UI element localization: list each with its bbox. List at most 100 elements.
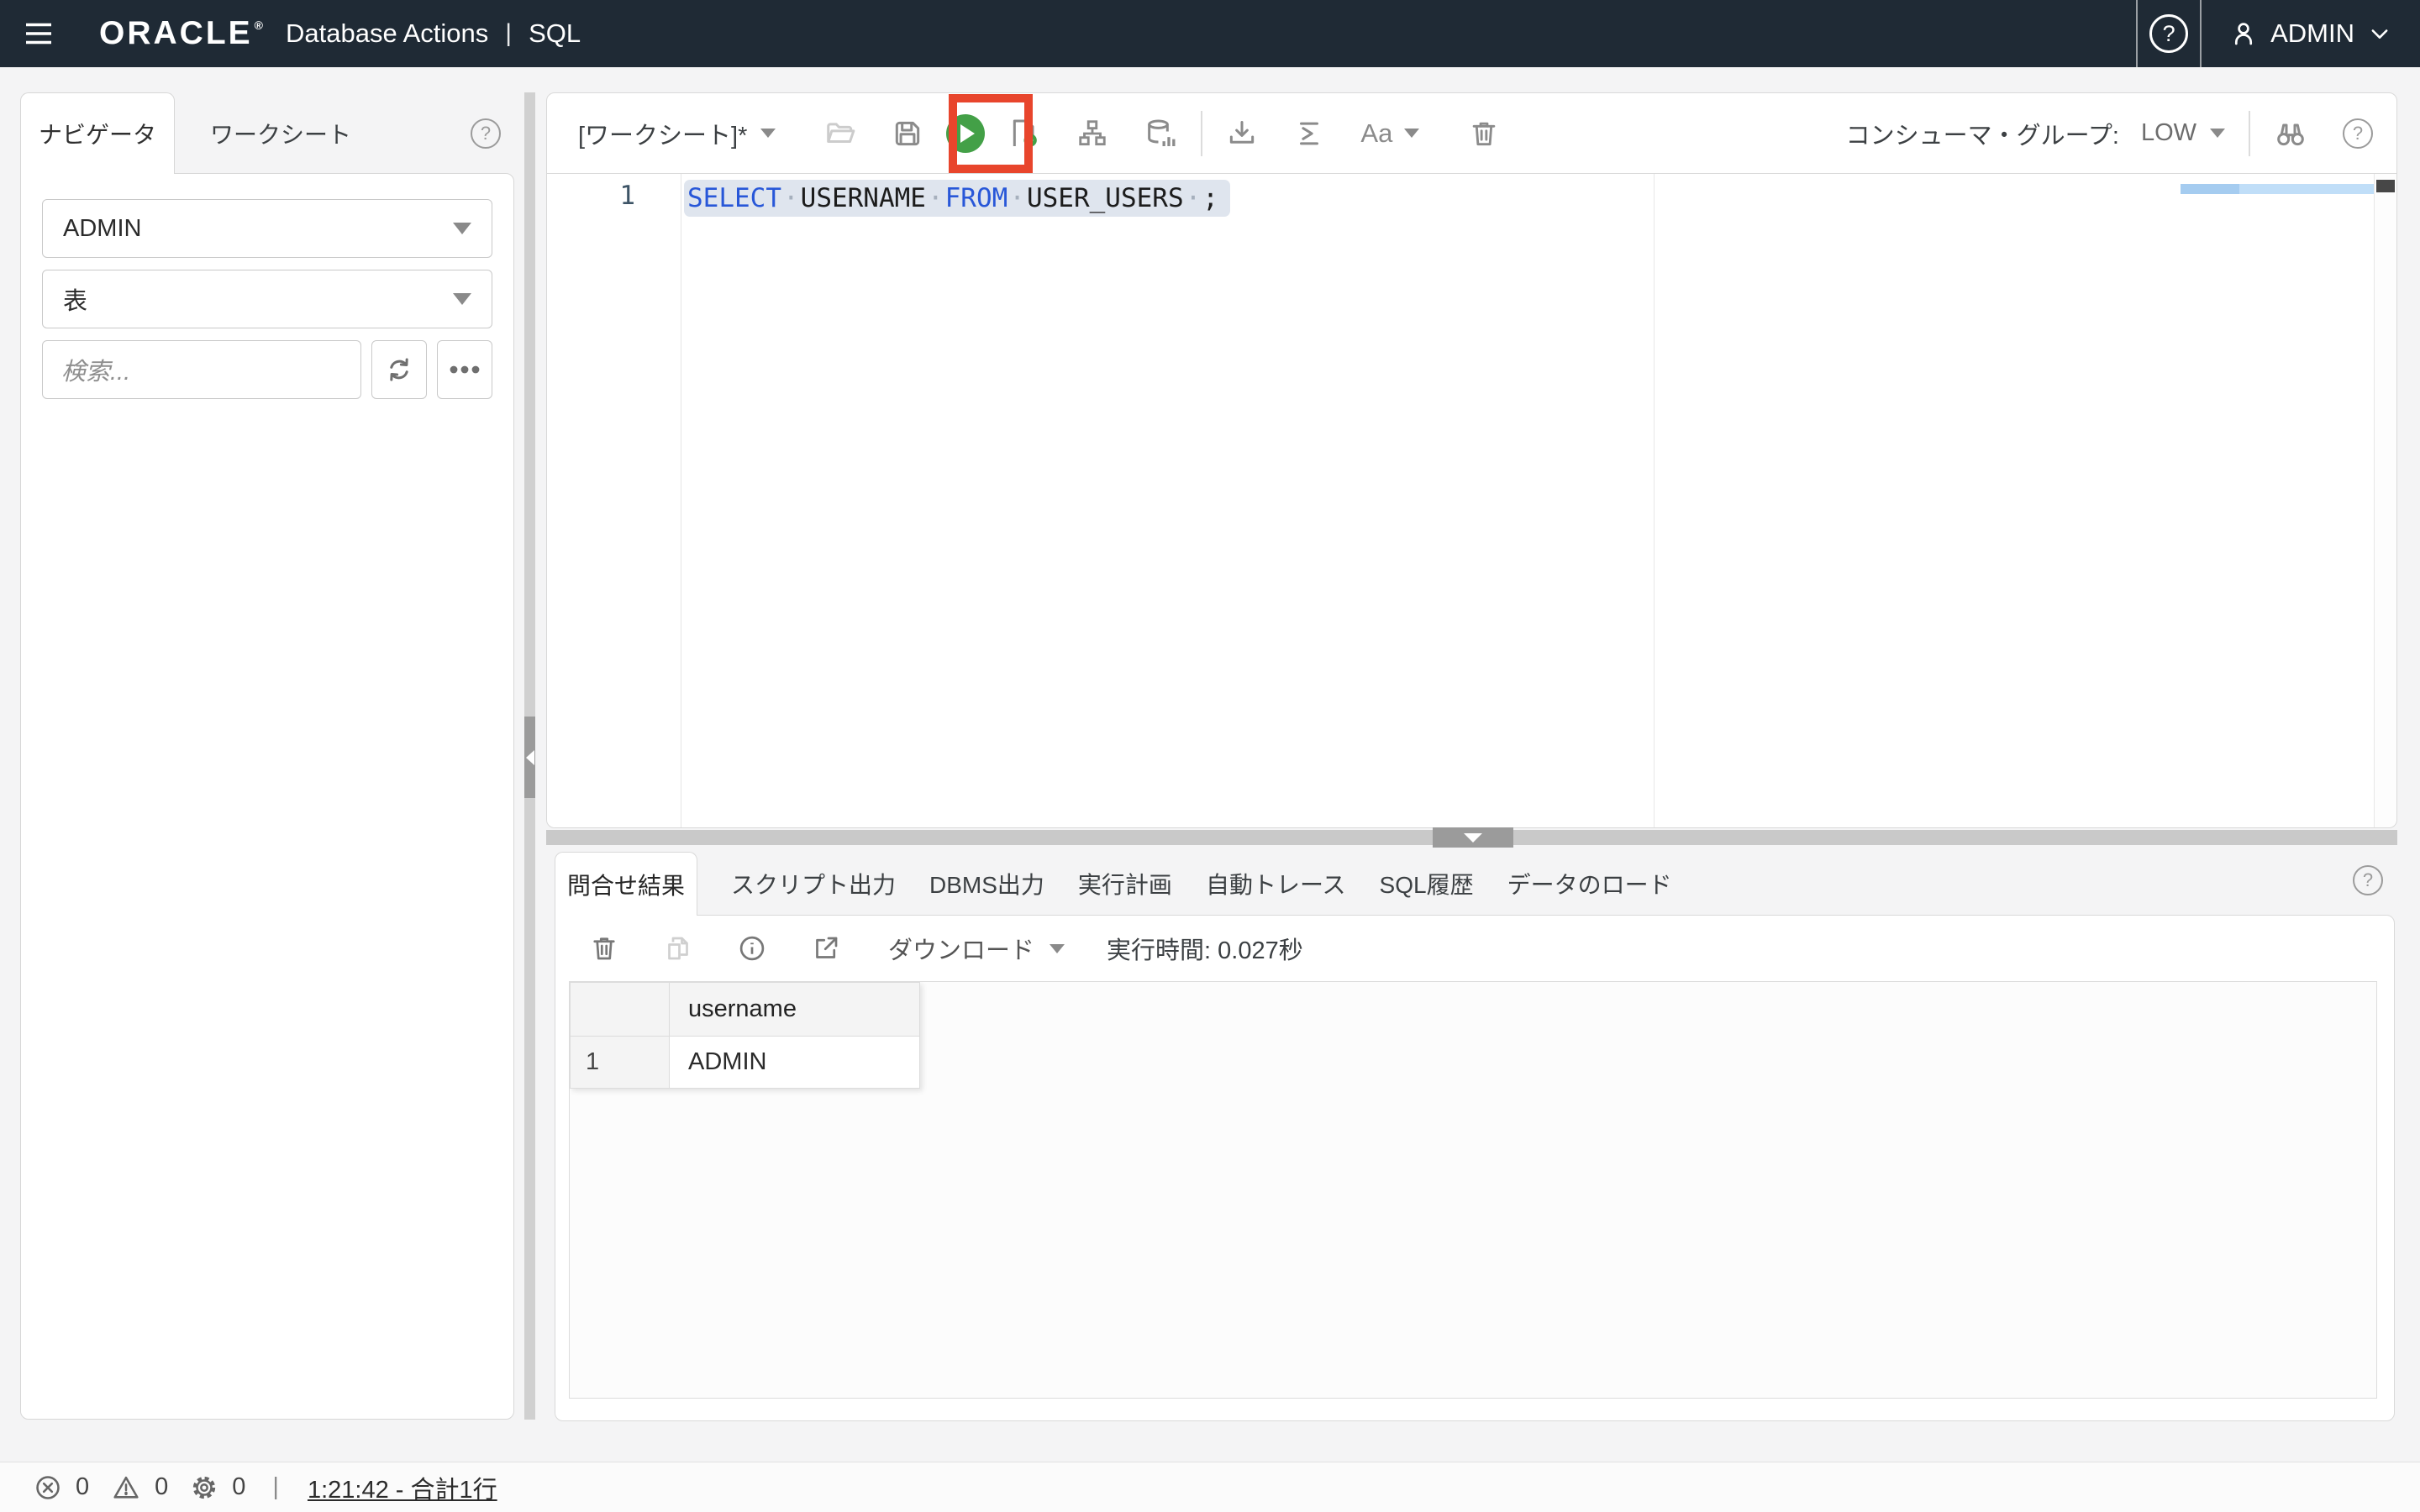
more-actions-button[interactable] (437, 340, 492, 399)
title-divider: | (505, 19, 512, 48)
binoculars-icon (2274, 117, 2307, 150)
user-name: ADMIN (2270, 18, 2354, 49)
chevron-down-icon (2368, 22, 2391, 45)
clear-results-button[interactable] (589, 933, 619, 963)
tab-label: スクリプト出力 (731, 867, 896, 900)
navigator-panel: ADMIN 表 検索... (20, 173, 514, 1420)
help-icon: ? (2149, 14, 2188, 53)
external-link-icon (811, 933, 841, 963)
editor-gutter: 1 (547, 174, 681, 827)
run-script-button[interactable] (1007, 117, 1041, 150)
result-grid-container: username 1 ADMIN (569, 981, 2377, 1399)
product-title: Database Actions (286, 18, 488, 49)
result-info-button[interactable] (737, 933, 767, 963)
sql-editor[interactable]: 1 SELECT · USERNAME · FROM · USER_USERS … (547, 174, 2396, 827)
font-size-dropdown[interactable]: Aa (1360, 118, 1419, 149)
find-button[interactable] (2274, 117, 2307, 150)
errors-count: 0 (76, 1473, 89, 1501)
table-row: 1 ADMIN (571, 1037, 920, 1089)
code-line[interactable]: SELECT · USERNAME · FROM · USER_USERS · … (684, 178, 1230, 218)
oracle-logo: ORACLE® (99, 15, 266, 52)
user-menu[interactable]: ADMIN (2202, 0, 2420, 67)
row-number-cell: 1 (571, 1037, 670, 1089)
font-size-label: Aa (1360, 118, 1392, 149)
data-cell[interactable]: ADMIN (670, 1037, 920, 1089)
line-number: 1 (619, 181, 635, 211)
code-selection: SELECT · USERNAME · FROM · USER_USERS · … (684, 180, 1230, 217)
search-input[interactable]: 検索... (42, 340, 361, 399)
object-type-select[interactable]: 表 (42, 270, 492, 328)
tab-label: データのロード (1507, 867, 1672, 900)
autotrace-button[interactable] (1144, 117, 1177, 150)
copy-results-button[interactable] (663, 933, 693, 963)
consumer-group-dropdown[interactable]: LOW (2141, 119, 2225, 147)
results-help-icon[interactable]: ? (2353, 865, 2383, 895)
tab-sql-history[interactable]: SQL履歴 (1380, 852, 1474, 916)
scrollbar-thumb[interactable] (2376, 180, 2395, 192)
format-button[interactable] (1293, 118, 1325, 150)
result-header-row: username (571, 983, 920, 1037)
navigator-search-row: 検索... (42, 340, 492, 399)
chevron-down-icon (2210, 129, 2225, 138)
info-icon (737, 933, 767, 963)
download-dropdown[interactable]: ダウンロード (888, 931, 1065, 966)
top-bar: ORACLE® Database Actions | SQL ? ADMIN (0, 0, 2420, 67)
save-button[interactable] (892, 118, 923, 150)
horizontal-splitter-handle[interactable] (1433, 827, 1513, 848)
tab-script-output[interactable]: スクリプト出力 (731, 852, 896, 916)
info-count: 0 (232, 1473, 245, 1501)
open-file-button[interactable] (824, 118, 856, 150)
explain-plan-icon (1076, 118, 1108, 150)
download-editor-button[interactable] (1226, 118, 1258, 150)
tab-query-result-label: 問合せ結果 (567, 868, 685, 901)
worksheet-title-dropdown[interactable]: [ワークシート]* (578, 116, 776, 151)
download-icon (1226, 118, 1258, 150)
results-tabbar: 問合せ結果 スクリプト出力 DBMS出力 実行計画 自動トレース SQL履歴 デ… (555, 852, 2395, 916)
gear-icon (190, 1473, 218, 1502)
corner-cell (571, 983, 670, 1037)
errors-status[interactable]: 0 (34, 1473, 89, 1502)
editor-vertical-scrollbar[interactable] (2374, 174, 2396, 827)
tab-data-load[interactable]: データのロード (1507, 852, 1672, 916)
editor-scroll-indicator (2181, 184, 2374, 194)
app-name: SQL (529, 18, 581, 49)
worksheet-card: [ワークシート]* (546, 92, 2397, 828)
sidebar-tab-navigator[interactable]: ナビゲータ (20, 92, 175, 174)
results-toolbar: ダウンロード 実行時間: 0.027秒 (555, 916, 2394, 981)
collapse-left-icon (526, 750, 534, 765)
sidebar-tab-worksheet[interactable]: ワークシート (175, 92, 387, 174)
vertical-splitter-handle[interactable] (524, 717, 535, 798)
error-circle-icon (34, 1473, 62, 1502)
column-header-username[interactable]: username (670, 983, 920, 1037)
sidebar-help-icon[interactable]: ? (471, 118, 501, 149)
tab-label: SQL履歴 (1380, 867, 1474, 900)
tab-query-result[interactable]: 問合せ結果 (555, 852, 697, 916)
schema-select[interactable]: ADMIN (42, 199, 492, 258)
download-label: ダウンロード (888, 931, 1034, 966)
status-summary-link[interactable]: 1:21:42 - 合計1行 (308, 1470, 497, 1505)
query-result-panel: ダウンロード 実行時間: 0.027秒 username 1 ADMIN (555, 915, 2395, 1421)
worksheet-help-icon[interactable]: ? (2343, 118, 2373, 149)
consumer-group-value: LOW (2141, 119, 2196, 147)
run-statement-button[interactable] (946, 114, 985, 153)
tab-dbms-output[interactable]: DBMS出力 (929, 852, 1044, 916)
whitespace-dot: · (926, 183, 945, 213)
tab-autotrace[interactable]: 自動トレース (1206, 852, 1346, 916)
toolbar-divider (2249, 111, 2250, 156)
format-icon (1293, 118, 1325, 150)
explain-plan-button[interactable] (1076, 118, 1108, 150)
menu-hamburger-icon[interactable] (20, 15, 57, 52)
whitespace-dot: · (781, 183, 801, 213)
open-in-new-button[interactable] (811, 933, 841, 963)
chevron-down-icon (760, 129, 776, 138)
tab-explain-plan[interactable]: 実行計画 (1078, 852, 1172, 916)
refresh-button[interactable] (371, 340, 427, 399)
topbar-help-button[interactable]: ? (2138, 0, 2200, 67)
clear-worksheet-button[interactable] (1468, 118, 1500, 150)
info-status[interactable]: 0 (190, 1473, 245, 1502)
sql-identifier: USERNAME (801, 183, 926, 213)
trash-icon (589, 933, 619, 963)
sql-keyword: SELECT (687, 183, 781, 213)
warnings-status[interactable]: 0 (111, 1473, 168, 1502)
whitespace-dot: · (1007, 183, 1027, 213)
